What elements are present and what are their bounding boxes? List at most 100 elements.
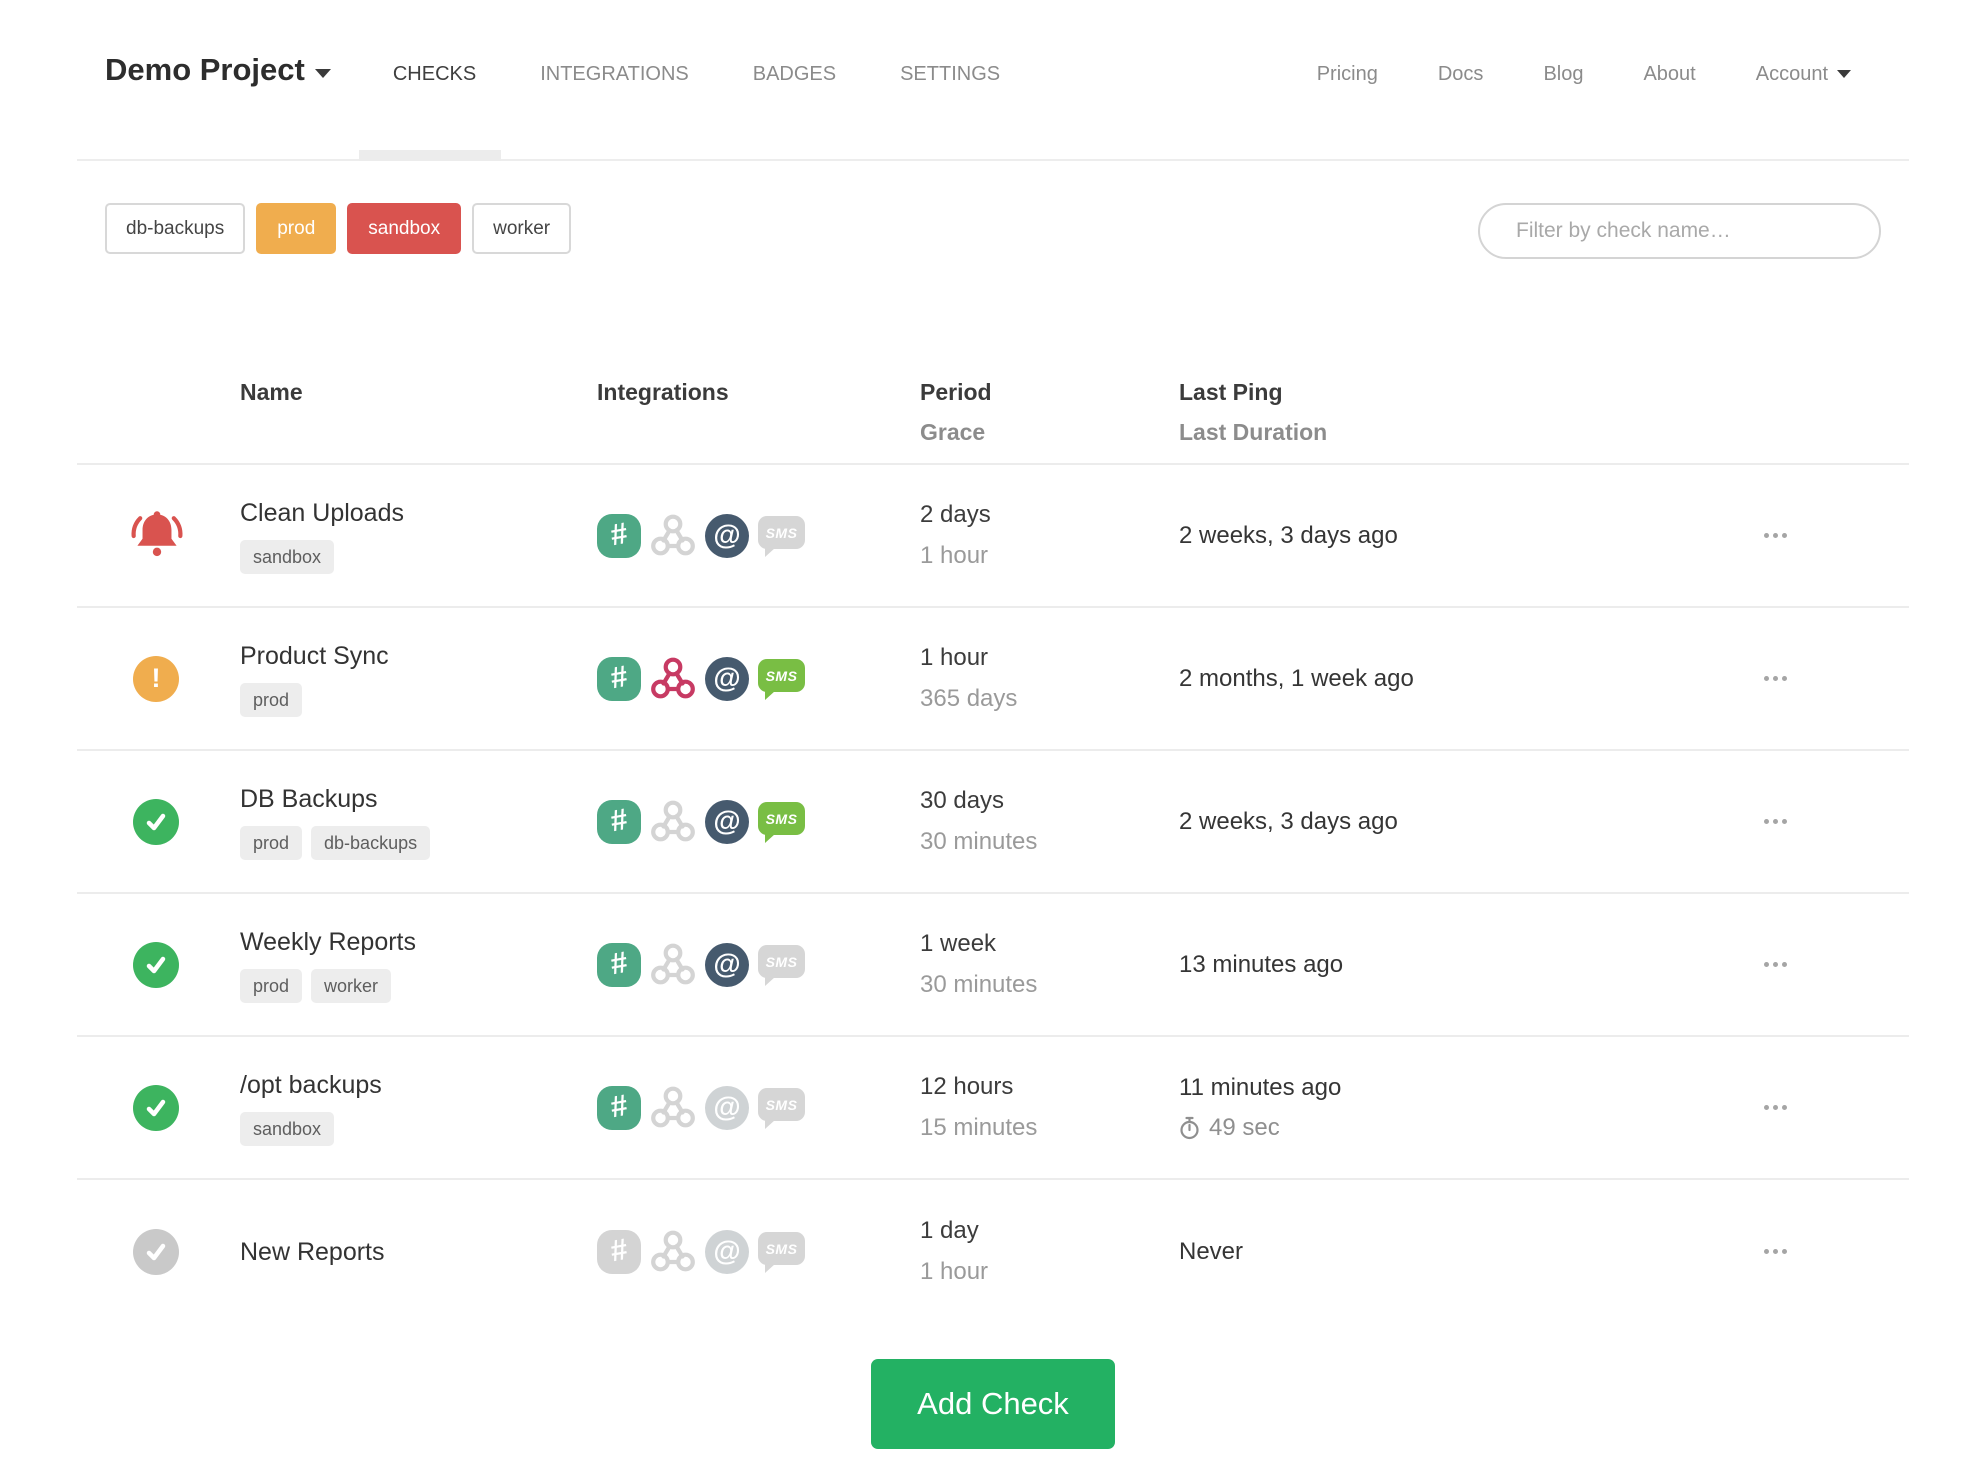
filter-tag-prod[interactable]: prod (256, 203, 337, 254)
column-integrations: Integrations (597, 379, 729, 405)
chevron-down-icon (314, 69, 331, 78)
integrations-cell: # @ SMS (597, 1085, 920, 1131)
row-menu-button[interactable] (1756, 1241, 1795, 1262)
link-blog[interactable]: Blog (1543, 54, 1583, 94)
status-icon: ! (133, 941, 179, 988)
top-navbar: Demo Project CHECKS INTEGRATIONS BADGES … (77, 0, 1909, 161)
check-row-2[interactable]: ! Product Sync prod # @ SMS 1 hour 365 d… (77, 608, 1909, 751)
status-icon: ! (133, 1228, 179, 1275)
link-docs[interactable]: Docs (1438, 54, 1484, 94)
check-tags: prod (240, 683, 597, 717)
filter-tag-db-backups[interactable]: db-backups (105, 203, 246, 254)
grace-value: 30 minutes (920, 828, 1038, 855)
grace-value: 30 minutes (920, 971, 1038, 998)
period-cell: 2 days 1 hour (920, 501, 1179, 570)
webhook-icon (651, 514, 695, 555)
status-cell: ! (77, 798, 240, 845)
status-cell: ! (77, 1084, 240, 1131)
period-cell: 1 week 30 minutes (920, 930, 1179, 999)
tab-badges[interactable]: BADGES (753, 54, 836, 94)
check-row-3[interactable]: ! DB Backups proddb-backups # (77, 751, 1909, 894)
sms-icon: SMS (758, 1088, 805, 1129)
period-value: 30 days (920, 787, 1005, 814)
last-ping-cell: 2 weeks, 3 days ago (1179, 808, 1641, 836)
period-value: 2 days (920, 501, 991, 528)
check-row-1[interactable]: ! Clean Uploads sandbox # (77, 465, 1909, 608)
check-name-filter-input[interactable] (1478, 203, 1881, 259)
integrations-cell: # @ SMS (597, 799, 920, 845)
email-icon: @ (705, 513, 749, 558)
check-name: DB Backups (240, 785, 378, 813)
add-check-button[interactable]: Add Check (871, 1359, 1115, 1449)
sms-icon: SMS (758, 516, 805, 557)
link-about[interactable]: About (1643, 54, 1695, 94)
slack-icon: # (597, 513, 641, 558)
email-icon: @ (705, 1085, 749, 1130)
webhook-icon (651, 943, 695, 984)
last-ping-cell: 11 minutes ago 49 sec (1179, 1074, 1641, 1142)
tab-integrations[interactable]: INTEGRATIONS (540, 54, 689, 94)
project-switcher[interactable]: Demo Project (105, 50, 331, 90)
last-ping-value: 11 minutes ago (1179, 1073, 1342, 1101)
menu-cell (1641, 525, 1909, 546)
column-grace: Grace (920, 419, 986, 445)
row-menu-button[interactable] (1756, 525, 1795, 546)
check-tag: prod (240, 683, 303, 717)
check-name: Product Sync (240, 642, 389, 670)
checks-table-body: ! Clean Uploads sandbox # (77, 465, 1909, 1323)
filter-tag-worker[interactable]: worker (472, 203, 572, 254)
name-cell: Product Sync prod (240, 640, 597, 717)
tab-checks[interactable]: CHECKS (358, 54, 502, 161)
name-cell: Clean Uploads sandbox (240, 497, 597, 574)
filter-tag-sandbox[interactable]: sandbox (347, 203, 462, 254)
last-ping-cell: 2 weeks, 3 days ago (1179, 522, 1641, 550)
table-footer: Add Check (77, 1359, 1909, 1449)
name-cell: /opt backups sandbox (240, 1069, 597, 1146)
period-value: 12 hours (920, 1073, 1014, 1100)
alert-bell-icon (131, 510, 183, 556)
row-menu-button[interactable] (1756, 1097, 1795, 1118)
sms-icon: SMS (758, 802, 805, 843)
integrations-cell: # @ SMS (597, 656, 920, 702)
menu-cell (1641, 954, 1909, 975)
last-ping-cell: 13 minutes ago (1179, 951, 1641, 979)
stopwatch-icon (1180, 1116, 1199, 1139)
check-row-6[interactable]: ! New Reports # @ (77, 1180, 1909, 1323)
grace-value: 15 minutes (920, 1114, 1038, 1141)
check-icon (146, 1243, 166, 1260)
webhook-icon (651, 657, 695, 698)
name-cell: Weekly Reports prod worker (240, 926, 597, 1003)
slack-icon: # (597, 942, 641, 987)
grace-value: 1 hour (920, 1258, 989, 1285)
period-cell: 30 days 30 minutes (920, 787, 1179, 856)
check-row-5[interactable]: ! /opt backups sandbox # (77, 1037, 1909, 1180)
status-cell: ! (77, 941, 240, 988)
check-tag: sandbox (240, 1112, 335, 1146)
slack-icon: # (597, 1229, 641, 1274)
row-menu-button[interactable] (1756, 668, 1795, 689)
site-links: Pricing Docs Blog About Account (1317, 54, 1881, 94)
check-row-4[interactable]: ! Weekly Reports prodworker # (77, 894, 1909, 1037)
check-icon (146, 813, 166, 830)
email-icon: @ (705, 942, 749, 987)
tab-settings[interactable]: SETTINGS (900, 54, 1000, 94)
row-menu-button[interactable] (1756, 954, 1795, 975)
last-ping-cell: Never (1179, 1238, 1641, 1266)
link-pricing[interactable]: Pricing (1317, 54, 1378, 94)
period-value: 1 hour (920, 644, 989, 671)
last-ping-value: Never (1179, 1237, 1244, 1265)
project-title: Demo Project (105, 52, 305, 87)
last-duration-value: 49 sec (1209, 1113, 1280, 1141)
row-menu-button[interactable] (1756, 811, 1795, 832)
sms-icon: SMS (758, 1232, 805, 1273)
check-tag: prod (240, 969, 303, 1003)
status-icon: ! (133, 798, 179, 845)
exclamation-icon: ! (151, 663, 161, 693)
slack-icon: # (597, 799, 641, 844)
page: Demo Project CHECKS INTEGRATIONS BADGES … (0, 0, 1986, 1449)
status-cell: ! (77, 506, 240, 566)
filter-bar: db-backups prod sandbox worker (77, 203, 1909, 259)
account-menu[interactable]: Account (1756, 54, 1851, 94)
check-tags: sandbox (240, 1112, 597, 1146)
webhook-icon (651, 1086, 695, 1127)
